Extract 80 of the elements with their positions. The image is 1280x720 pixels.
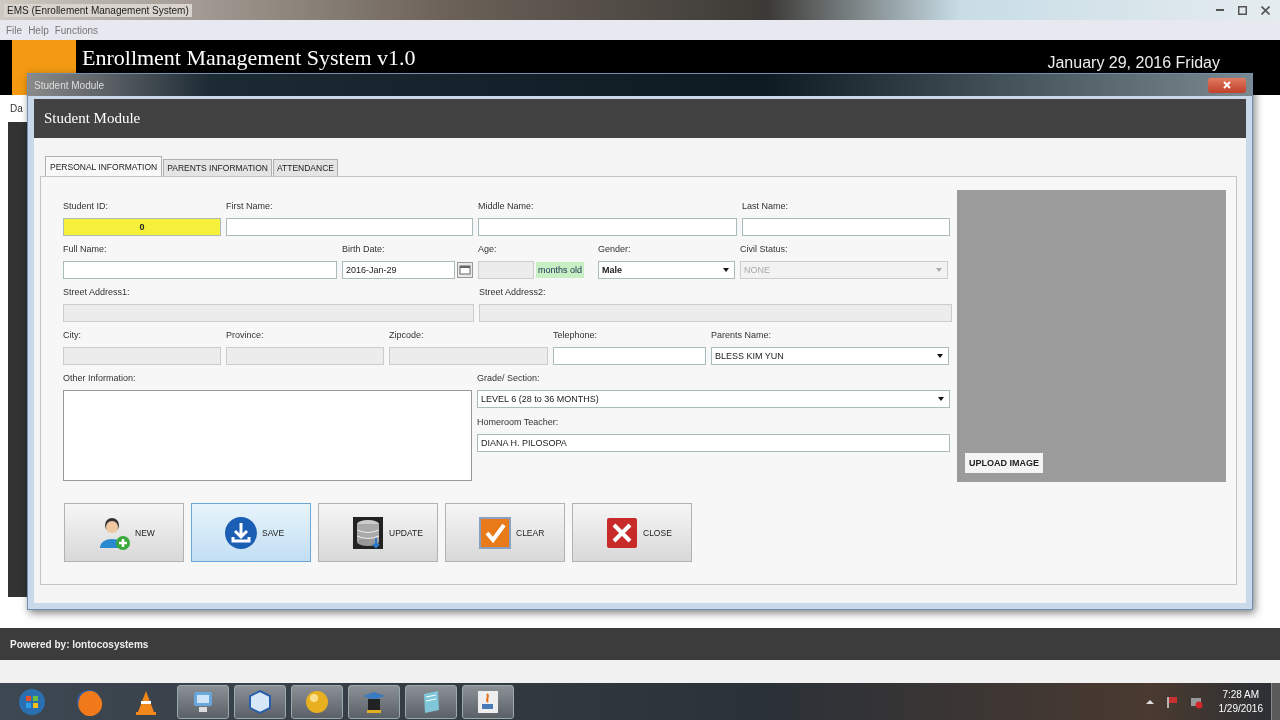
caret-icon (935, 267, 943, 273)
field-label: Age: (478, 244, 498, 256)
field-label: Homeroom Teacher: (477, 417, 560, 429)
field-label: Province: (226, 330, 265, 342)
window-title: EMS (Enrollement Management System) (4, 3, 192, 17)
text-field[interactable]: DIANA H. PILOSOPA (477, 434, 950, 452)
action-button[interactable]: SAVE (191, 503, 311, 562)
close-button[interactable] (1208, 77, 1246, 93)
field-label: Student ID: (63, 201, 110, 213)
taskbar-button[interactable] (462, 684, 514, 719)
taskbar-button[interactable] (405, 684, 457, 719)
text-field[interactable] (226, 218, 473, 236)
field-label: Parents Name: (711, 330, 773, 342)
taskbar-button[interactable] (177, 684, 229, 719)
clock-time: 7:28 AM (1222, 687, 1260, 702)
calendar-button[interactable] (457, 262, 473, 278)
menu-item[interactable]: Functions (54, 24, 99, 36)
field-label: City: (63, 330, 82, 342)
close-icon (1261, 5, 1270, 15)
date-label: January 29, 2016 Friday (1047, 54, 1220, 72)
caret-icon (936, 353, 944, 359)
text-field[interactable] (553, 347, 706, 365)
status-text: Powered by: lontocosystems (10, 638, 149, 650)
maximize-icon (1238, 5, 1247, 15)
action-button[interactable]: NEW (64, 503, 184, 562)
menu-item[interactable]: File (6, 24, 23, 36)
tab[interactable]: PERSONAL INFORMATION (45, 156, 163, 176)
date-field[interactable]: 2016-Jan-29 (342, 261, 455, 279)
minimize-icon (1216, 9, 1224, 11)
caret-icon (722, 267, 730, 273)
text-field[interactable] (63, 261, 337, 279)
action-button[interactable]: CLOSE (572, 503, 692, 562)
start-button-icon (18, 687, 46, 716)
field-label: Full Name: (63, 244, 108, 256)
taskbar-button[interactable] (348, 684, 400, 719)
background-tab[interactable]: Da (10, 103, 23, 114)
tab[interactable]: PARENTS INFORMATION (163, 159, 272, 176)
text-field[interactable] (478, 218, 737, 236)
dialog-title: Student Module (34, 79, 105, 91)
action-button[interactable]: CLEAR (445, 503, 565, 562)
action-button[interactable]: UPDATE (318, 503, 438, 562)
menu-item[interactable]: Help (28, 24, 49, 36)
taskbar-button[interactable] (291, 684, 343, 719)
field-label: Middle Name: (478, 201, 535, 213)
field-label: Last Name: (742, 201, 790, 213)
dropdown[interactable]: Male (598, 261, 735, 279)
clock-date: 1/29/2016 (1218, 701, 1263, 716)
module-title: Student Module (44, 110, 141, 127)
caret-icon (937, 396, 945, 402)
field-label: Civil Status: (740, 244, 789, 256)
taskbar-button[interactable] (234, 684, 286, 719)
field-label: Zipcode: (389, 330, 425, 342)
text-field[interactable] (742, 218, 950, 236)
flag-icon (1164, 694, 1179, 709)
calendar-icon (459, 265, 471, 275)
download-icon (224, 515, 258, 550)
field-label: Street Address1: (63, 287, 131, 299)
browser-icon (75, 687, 103, 716)
checkbox-icon (478, 515, 512, 550)
database-icon (351, 515, 385, 550)
field-label: Gender: (598, 244, 632, 256)
field-label: Grade/ Section: (477, 373, 541, 385)
dropdown[interactable]: BLESS KIM YUN (711, 347, 949, 365)
close-icon (605, 515, 639, 550)
show-desktop-button[interactable] (1271, 683, 1280, 720)
field-label: Telephone: (553, 330, 599, 342)
tab[interactable]: ATTENDANCE (272, 159, 338, 176)
field-label: Birth Date: (342, 244, 386, 256)
field-label: First Name: (226, 201, 274, 213)
text-area[interactable] (63, 390, 472, 481)
field-label: Street Address2: (479, 287, 547, 299)
upload-button[interactable]: UPLOAD IMAGE (965, 453, 1043, 473)
field-label: Other Information: (63, 373, 137, 385)
close-icon (1222, 81, 1232, 89)
dropdown[interactable]: LEVEL 6 (28 to 36 MONTHS) (477, 390, 950, 408)
cube-icon (246, 687, 274, 716)
unit-label: months old (536, 262, 585, 278)
text-field[interactable]: 0 (63, 218, 221, 236)
app-title: Enrollment Management System v1.0 (82, 45, 416, 71)
user-add-icon (97, 515, 131, 550)
